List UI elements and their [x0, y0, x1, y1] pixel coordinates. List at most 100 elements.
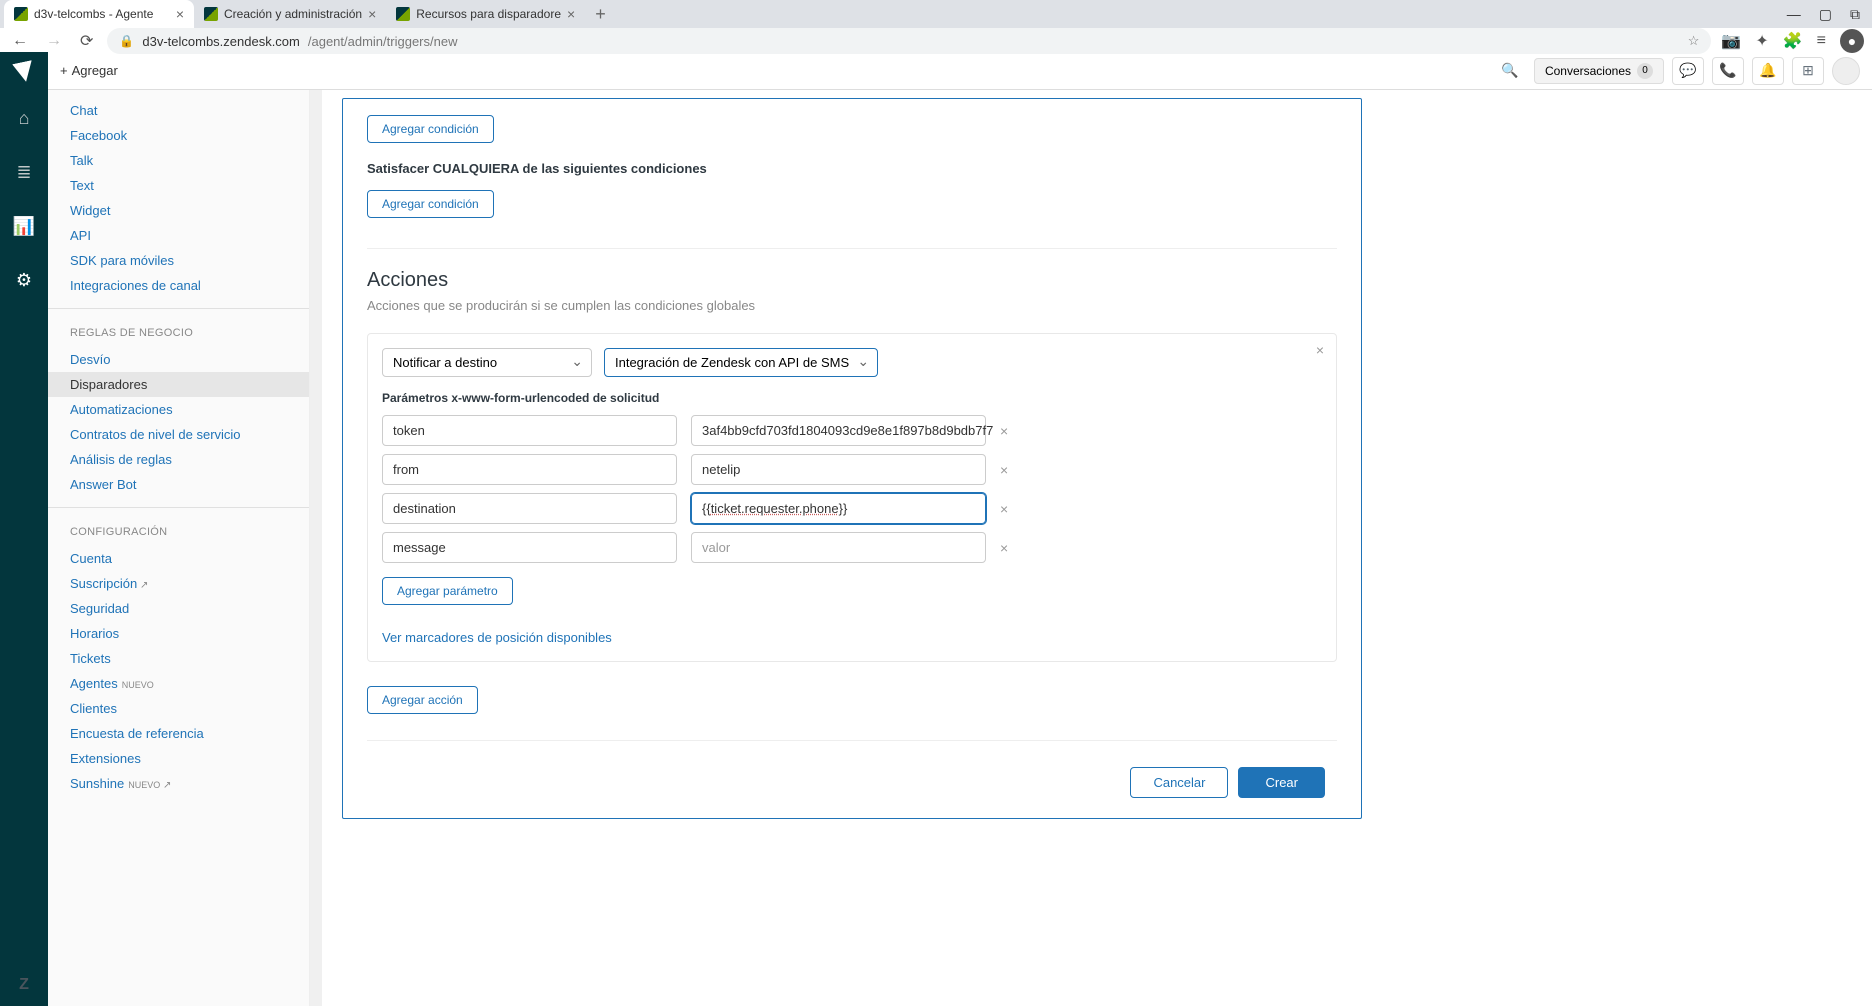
- cancel-button[interactable]: Cancelar: [1130, 767, 1228, 798]
- create-button[interactable]: Crear: [1238, 767, 1325, 798]
- sidebar-item-sunshine[interactable]: SunshineNUEVO: [48, 771, 309, 796]
- extension-icon[interactable]: ✦: [1755, 31, 1768, 51]
- admin-icon[interactable]: ⚙: [4, 262, 44, 298]
- tab-strip: d3v-telcombs - Agente × Creación y admin…: [0, 0, 1872, 28]
- reports-icon[interactable]: 📊: [4, 208, 44, 244]
- param-key-input[interactable]: from: [382, 454, 677, 485]
- apps-icon[interactable]: ⊞: [1792, 57, 1824, 85]
- zendesk-logo-icon[interactable]: [12, 60, 36, 84]
- toolbar-right: 📷 ✦ 🧩 ≡ ●: [1721, 29, 1864, 53]
- sidebar-section-config: CONFIGURACIÓN: [48, 507, 309, 546]
- forward-button[interactable]: →: [42, 30, 66, 52]
- add-condition-all-button[interactable]: Agregar condición: [367, 115, 494, 143]
- remove-row-icon[interactable]: ×: [1000, 462, 1008, 478]
- tab-title: Creación y administración: [224, 7, 362, 21]
- star-icon[interactable]: ☆: [1688, 33, 1700, 49]
- param-value-input[interactable]: valor: [691, 532, 986, 563]
- user-avatar[interactable]: [1832, 57, 1860, 85]
- target-select[interactable]: Integración de Zendesk con API de SMS: [604, 348, 878, 377]
- remove-row-icon[interactable]: ×: [1000, 540, 1008, 556]
- param-value-input[interactable]: {{ticket.requester.phone}}: [691, 493, 986, 524]
- sidebar-item-suscripcion[interactable]: Suscripción: [48, 571, 309, 596]
- add-action-button[interactable]: Agregar acción: [367, 686, 478, 714]
- new-tab-button[interactable]: +: [585, 4, 616, 25]
- sidebar-item-sla[interactable]: Contratos de nivel de servicio: [48, 422, 309, 447]
- sidebar-item-disparadores[interactable]: Disparadores: [48, 372, 309, 397]
- sidebar-item-cuenta[interactable]: Cuenta: [48, 546, 309, 571]
- action-card: × Notificar a destino Integración de Zen…: [367, 333, 1337, 662]
- home-icon[interactable]: ⌂: [4, 100, 44, 136]
- action-type-select[interactable]: Notificar a destino: [382, 348, 592, 377]
- puzzle-icon[interactable]: 🧩: [1783, 31, 1803, 51]
- main-panel[interactable]: Agregar condición Satisfacer CUALQUIERA …: [322, 90, 1872, 1006]
- url-path: /agent/admin/triggers/new: [308, 34, 458, 49]
- bell-icon[interactable]: 🔔: [1752, 57, 1784, 85]
- admin-sidebar[interactable]: Chat Facebook Talk Text Widget API SDK p…: [48, 90, 310, 1006]
- sidebar-item-automatizaciones[interactable]: Automatizaciones: [48, 397, 309, 422]
- camera-icon[interactable]: 📷: [1721, 31, 1741, 51]
- actions-title: Acciones: [367, 269, 1337, 292]
- maximize-icon[interactable]: ▢: [1819, 6, 1832, 23]
- param-value-input[interactable]: 3af4bb9cfd703fd1804093cd9e8e1f897b8d9bdb…: [691, 415, 986, 446]
- sidebar-item-encuesta[interactable]: Encuesta de referencia: [48, 721, 309, 746]
- add-button[interactable]: + Agregar: [60, 63, 118, 78]
- sidebar-item-desvio[interactable]: Desvío: [48, 347, 309, 372]
- placeholders-link[interactable]: Ver marcadores de posición disponibles: [382, 630, 612, 645]
- sidebar-item-clientes[interactable]: Clientes: [48, 696, 309, 721]
- param-key-input[interactable]: destination: [382, 493, 677, 524]
- add-param-button[interactable]: Agregar parámetro: [382, 577, 513, 605]
- minimize-icon[interactable]: —: [1787, 6, 1801, 23]
- param-value-input[interactable]: netelip: [691, 454, 986, 485]
- browser-tab[interactable]: Recursos para disparadore ×: [386, 0, 585, 28]
- profile-avatar[interactable]: ●: [1840, 29, 1864, 53]
- tab-title: d3v-telcombs - Agente: [34, 7, 170, 21]
- sidebar-item-horarios[interactable]: Horarios: [48, 621, 309, 646]
- conversations-badge: 0: [1637, 63, 1653, 79]
- browser-chrome: d3v-telcombs - Agente × Creación y admin…: [0, 0, 1872, 52]
- close-icon[interactable]: ×: [1316, 342, 1324, 358]
- sidebar-item-widget[interactable]: Widget: [48, 198, 309, 223]
- sidebar-item-seguridad[interactable]: Seguridad: [48, 596, 309, 621]
- add-condition-any-button[interactable]: Agregar condición: [367, 190, 494, 218]
- sidebar-item-answerbot[interactable]: Answer Bot: [48, 472, 309, 497]
- search-button[interactable]: 🔍: [1494, 57, 1526, 85]
- sidebar-item-sdk[interactable]: SDK para móviles: [48, 248, 309, 273]
- sidebar-item-extensiones[interactable]: Extensiones: [48, 746, 309, 771]
- reload-button[interactable]: ⟳: [76, 29, 97, 53]
- url-input[interactable]: 🔒 d3v-telcombs.zendesk.com/agent/admin/t…: [107, 28, 1711, 54]
- restore-icon[interactable]: ⧉: [1850, 6, 1860, 23]
- zendesk-mark-icon[interactable]: Z: [19, 976, 29, 994]
- top-bar: + Agregar 🔍 Conversaciones 0 💬 📞 🔔 ⊞: [48, 52, 1872, 90]
- close-icon[interactable]: ×: [368, 6, 376, 22]
- remove-row-icon[interactable]: ×: [1000, 501, 1008, 517]
- sidebar-item-talk[interactable]: Talk: [48, 148, 309, 173]
- close-icon[interactable]: ×: [176, 6, 184, 22]
- conversations-button[interactable]: Conversaciones 0: [1534, 58, 1664, 84]
- sidebar-item-facebook[interactable]: Facebook: [48, 123, 309, 148]
- chat-icon[interactable]: 💬: [1672, 57, 1704, 85]
- list-icon[interactable]: ≡: [1817, 32, 1826, 50]
- sidebar-item-analisis[interactable]: Análisis de reglas: [48, 447, 309, 472]
- param-row: destination {{ticket.requester.phone}} ×: [382, 493, 1322, 524]
- content-area: Chat Facebook Talk Text Widget API SDK p…: [48, 90, 1872, 1006]
- views-icon[interactable]: ≣: [4, 154, 44, 190]
- tab-title: Recursos para disparadore: [416, 7, 561, 21]
- sidebar-item-chat[interactable]: Chat: [48, 98, 309, 123]
- close-icon[interactable]: ×: [567, 6, 575, 22]
- sidebar-item-api[interactable]: API: [48, 223, 309, 248]
- browser-tab[interactable]: Creación y administración ×: [194, 0, 386, 28]
- param-key-input[interactable]: message: [382, 532, 677, 563]
- sidebar-section-rules: REGLAS DE NEGOCIO: [48, 308, 309, 347]
- remove-row-icon[interactable]: ×: [1000, 423, 1008, 439]
- scrollbar[interactable]: [310, 90, 322, 1006]
- sidebar-item-tickets[interactable]: Tickets: [48, 646, 309, 671]
- sidebar-item-channel-integrations[interactable]: Integraciones de canal: [48, 273, 309, 298]
- sidebar-item-agentes[interactable]: AgentesNUEVO: [48, 671, 309, 696]
- trigger-form: Agregar condición Satisfacer CUALQUIERA …: [342, 98, 1362, 819]
- param-key-input[interactable]: token: [382, 415, 677, 446]
- sidebar-item-text[interactable]: Text: [48, 173, 309, 198]
- browser-tab-active[interactable]: d3v-telcombs - Agente ×: [4, 0, 194, 28]
- phone-icon[interactable]: 📞: [1712, 57, 1744, 85]
- primary-nav: ⌂ ≣ 📊 ⚙ Z: [0, 52, 48, 1006]
- back-button[interactable]: ←: [8, 30, 32, 52]
